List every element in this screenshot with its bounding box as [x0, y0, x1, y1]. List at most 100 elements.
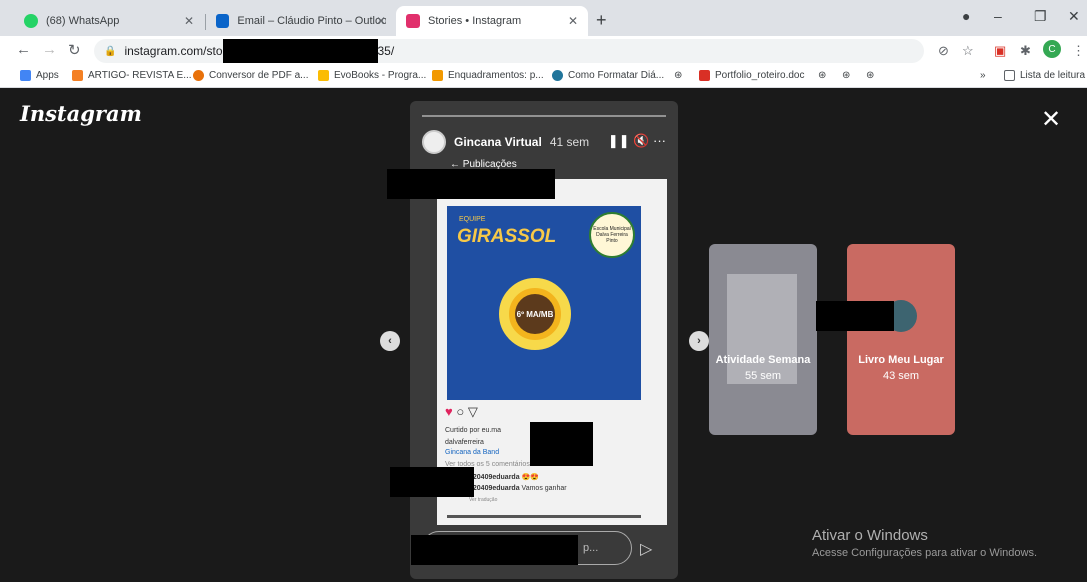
globe-icon[interactable]: ⊛ [842, 70, 850, 81]
close-tab-icon[interactable]: ✕ [376, 14, 386, 28]
post-image: EQUIPE GIRASSOL Escola Municipal Dalva F… [447, 206, 641, 400]
bookmark-label: Portfolio_roteiro.doc [715, 70, 805, 81]
share-icon: ▽ [467, 404, 478, 419]
globe-icon[interactable]: ⊛ [674, 70, 682, 81]
comment-2: 120409eduarda Vamos ganhar [469, 485, 567, 492]
instagram-icon [406, 14, 420, 28]
reading-list-button[interactable]: Lista de leitura [1004, 70, 1085, 81]
redaction [387, 169, 555, 199]
story-controls: ❚❚ 🔇 ··· [608, 133, 666, 149]
back-icon[interactable]: ← [16, 41, 31, 58]
tab-strip: (68) WhatsApp ✕ Email – Cláudio Pinto – … [0, 0, 1087, 36]
puzzle-icon[interactable]: ✱ [1020, 43, 1031, 59]
caption-text: Gincana da Band [445, 449, 500, 456]
bookmark-evobooks[interactable]: EvoBooks - Progra... [318, 70, 426, 81]
story-time: 43 sem [882, 370, 920, 382]
account-name[interactable]: Gincana Virtual [454, 135, 542, 149]
menu-icon[interactable]: ⋮ [1072, 43, 1085, 59]
redaction [530, 422, 593, 466]
address-bar[interactable]: 🔒 instagram.com/sto 35/ [94, 39, 924, 63]
comment-text: Vamos ganhar [521, 485, 567, 492]
redaction [411, 535, 578, 565]
forward-icon[interactable]: → [42, 41, 57, 58]
windows-activation-subtitle: Acesse Configurações para ativar o Windo… [812, 547, 1037, 559]
comment-user: 120409eduarda [469, 485, 520, 492]
profile-menu-icon[interactable]: ● [962, 8, 970, 24]
url-prefix: instagram.com/sto [124, 44, 223, 58]
story-time: 55 sem [744, 370, 782, 382]
bookmark-portfolio[interactable]: Portfolio_roteiro.doc [699, 70, 805, 81]
bookmark-label: Apps [36, 70, 59, 81]
tab-whatsapp[interactable]: (68) WhatsApp ✕ [14, 6, 204, 36]
bookmark-apps[interactable]: Apps [20, 70, 59, 81]
redaction [390, 467, 474, 497]
story-title: Atividade Semana [715, 354, 811, 366]
reading-list-icon [1004, 70, 1015, 81]
tab-instagram[interactable]: Stories • Instagram ✕ [396, 6, 588, 36]
star-icon[interactable]: ☆ [962, 43, 974, 59]
bookmark-enquadramentos[interactable]: Enquadramentos: p... [432, 70, 544, 81]
comment-text: 😍😍 [521, 474, 539, 481]
globe-icon[interactable]: ⊛ [818, 70, 826, 81]
next-story-button[interactable]: › [689, 331, 709, 351]
bookmark-label: ARTIGO- REVISTA E... [88, 70, 192, 81]
comment-user: 120409eduarda [469, 474, 520, 481]
story-progress-bar [422, 115, 666, 117]
tab-label: Email – Cláudio Pinto – Outlook [237, 15, 386, 27]
pause-icon[interactable]: ❚❚ [608, 133, 630, 148]
next-story-preview-2[interactable]: Livro Meu Lugar 43 sem [847, 244, 955, 435]
minimize-button[interactable]: – [994, 8, 1002, 24]
story-time: 41 sem [549, 135, 590, 149]
close-tab-icon[interactable]: ✕ [184, 14, 194, 28]
eye-off-icon[interactable]: ⊘ [938, 43, 949, 59]
folder-icon [72, 70, 83, 81]
story-thumbnail [727, 274, 797, 384]
bookmark-label: Conversor de PDF a... [209, 70, 309, 81]
story-header: Gincana Virtual 41 sem ❚❚ 🔇 ··· [422, 129, 666, 155]
tab-label: (68) WhatsApp [46, 15, 120, 27]
whatsapp-icon [24, 14, 38, 28]
reading-list-label: Lista de leitura [1020, 70, 1086, 81]
comment-1: 120409eduarda 😍😍 [469, 473, 539, 481]
redaction [816, 301, 894, 331]
close-stories-button[interactable]: ✕ [1041, 105, 1061, 134]
extension-icon[interactable]: ▣ [994, 43, 1006, 59]
bookmark-conversor[interactable]: Conversor de PDF a... [193, 70, 308, 81]
tab-outlook[interactable]: Email – Cláudio Pinto – Outlook ✕ [206, 6, 396, 36]
post-actions: ♥ ○ ▽ [445, 404, 478, 420]
more-options-icon[interactable]: ··· [653, 133, 666, 148]
wordpress-icon [552, 70, 563, 81]
profile-avatar[interactable]: C [1043, 40, 1061, 58]
previous-story-button[interactable]: ‹ [380, 331, 400, 351]
account-avatar[interactable] [422, 130, 446, 154]
tab-label: Stories • Instagram [428, 15, 522, 27]
mute-icon[interactable]: 🔇 [633, 133, 649, 148]
instagram-logo[interactable]: Instagram [20, 101, 142, 126]
new-tab-button[interactable]: + [596, 10, 607, 31]
bookmark-como-formatar[interactable]: Como Formatar Diá... [552, 70, 664, 81]
restore-button[interactable]: ❐ [1034, 8, 1047, 25]
team-name: GIRASSOL [457, 226, 557, 247]
bookmark-label: EvoBooks - Progra... [334, 70, 427, 81]
send-icon[interactable]: ▷ [640, 539, 652, 559]
browser-toolbar: ← → ↻ 🔒 instagram.com/sto 35/ ⊘ ☆ ▣ ✱ C … [0, 36, 1087, 66]
story-title: Livro Meu Lugar [858, 354, 944, 366]
school-seal: Escola Municipal Dalva Ferreira Pinto [589, 212, 635, 258]
more-bookmarks-button[interactable]: » [980, 70, 986, 81]
redacted-url [222, 39, 378, 63]
bookmark-artigo[interactable]: ARTIGO- REVISTA E... [72, 70, 192, 81]
apps-grid-icon [20, 70, 31, 81]
close-window-button[interactable]: ✕ [1068, 8, 1080, 25]
reload-icon[interactable]: ↻ [68, 41, 81, 59]
globe-icon[interactable]: ⊛ [866, 70, 874, 81]
bookmark-label: Enquadramentos: p... [448, 70, 544, 81]
post-divider [447, 515, 641, 518]
evobooks-icon [318, 70, 329, 81]
windows-activation-title: Ativar o Windows [812, 527, 928, 544]
next-story-preview-1[interactable]: Atividade Semana 55 sem [709, 244, 817, 435]
bookmarks-bar: Apps ARTIGO- REVISTA E... Conversor de P… [0, 66, 1087, 88]
see-translation: Ver tradução [469, 497, 498, 503]
slides-icon [432, 70, 443, 81]
close-tab-icon[interactable]: ✕ [568, 14, 578, 28]
caption-user: dalvaferreira [445, 439, 484, 446]
